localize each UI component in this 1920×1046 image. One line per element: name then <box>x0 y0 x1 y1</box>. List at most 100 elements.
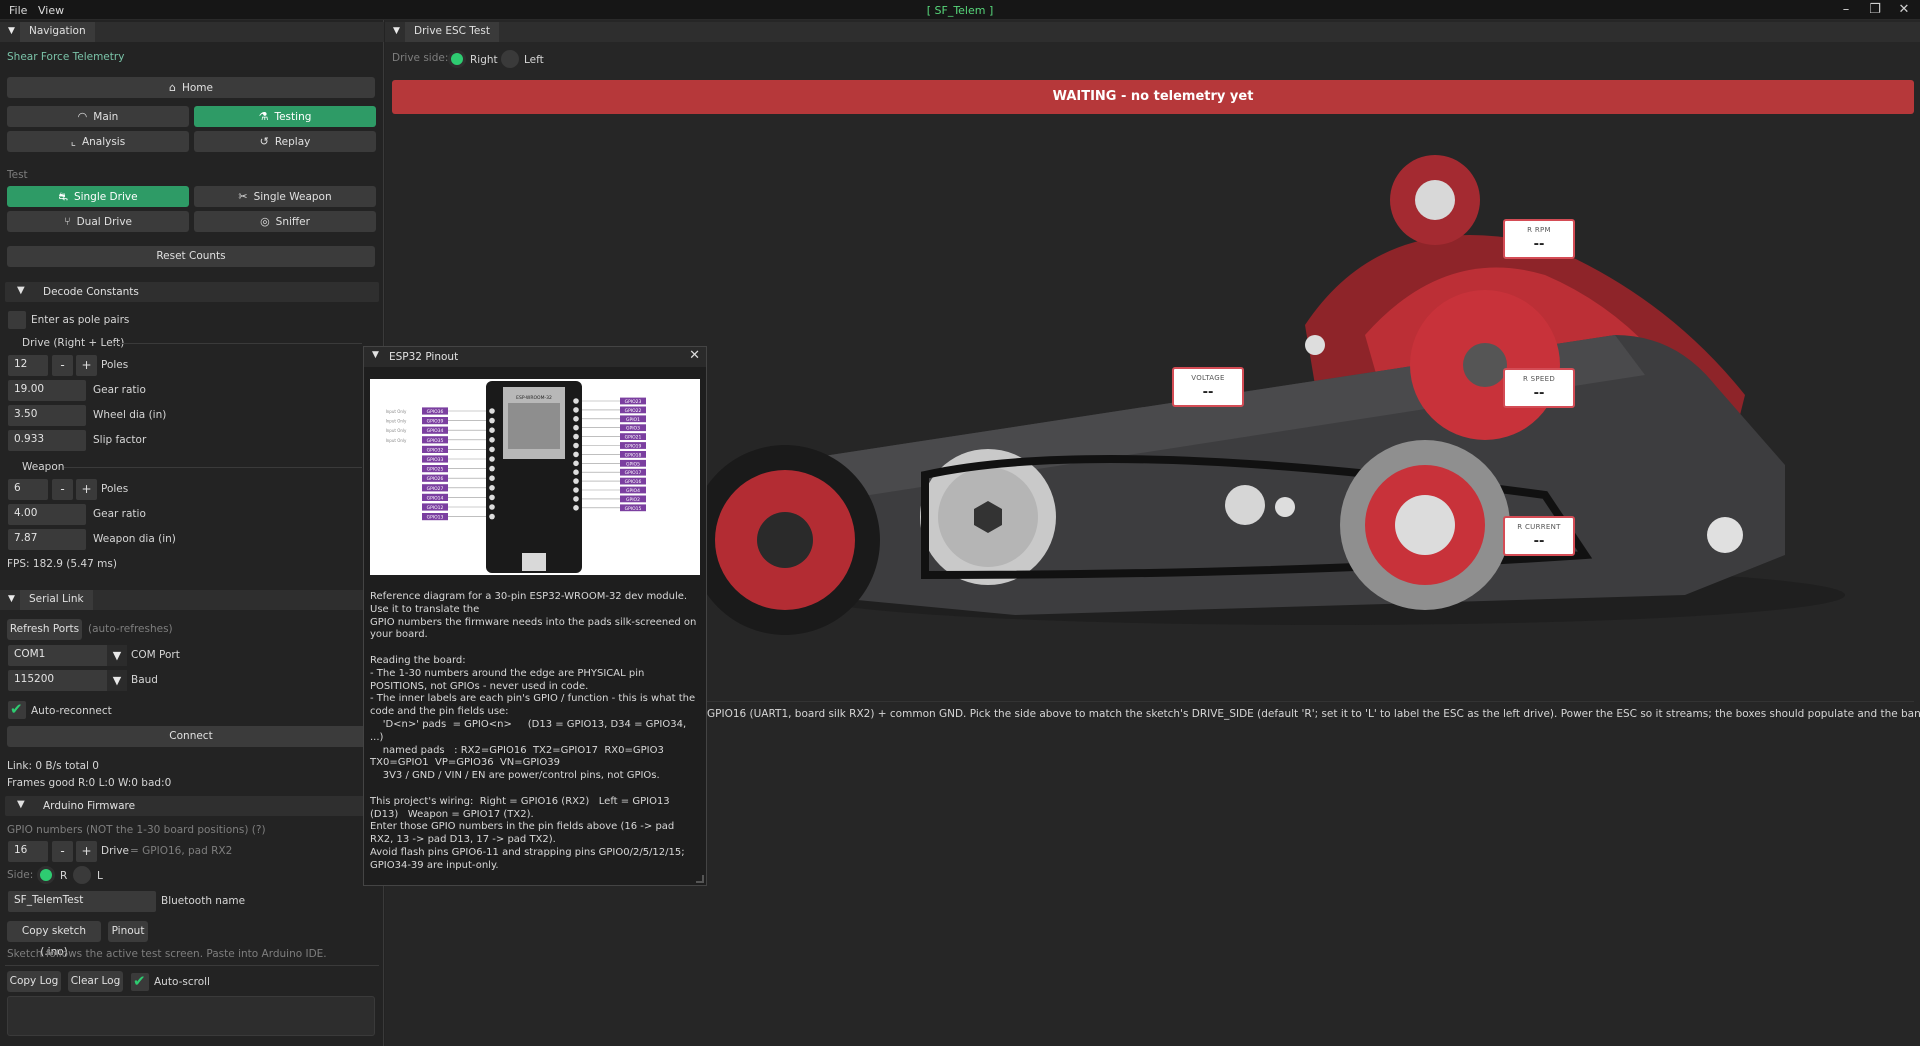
pin-pad-left <box>489 485 495 491</box>
side-l-label: L <box>97 870 103 882</box>
drive-gpio-hint: = GPIO16, pad RX2 <box>130 845 233 857</box>
drive-poles-minus-button[interactable]: - <box>52 355 73 376</box>
pole-pairs-checkbox[interactable] <box>8 311 26 329</box>
drive-gpio-minus-button[interactable]: - <box>52 841 73 862</box>
radar-icon: ◎ <box>260 215 270 228</box>
decode-constants-header[interactable]: ▼ Decode Constants <box>5 282 379 302</box>
poles-label: Poles <box>101 359 129 371</box>
drive-side-right-label: Right <box>470 54 498 66</box>
tab-drive-esc-test[interactable]: Drive ESC Test <box>405 22 499 42</box>
pin-text-right: GPIO4 <box>626 488 640 494</box>
com-port-label: COM Port <box>131 649 180 661</box>
drive-gpio-input[interactable]: 16 <box>8 841 48 862</box>
popup-title: ESP32 Pinout <box>389 351 459 363</box>
collapse-triangle-icon[interactable]: ▼ <box>8 594 15 604</box>
weapon-gear-ratio-input[interactable]: 4.00 <box>8 504 86 525</box>
robot-illustration <box>690 155 1845 635</box>
weapon-poles-minus-button[interactable]: - <box>52 479 73 500</box>
r-rpm-label: R RPM <box>1527 226 1551 234</box>
pin-pad-left <box>489 417 495 424</box>
close-window-icon[interactable]: ✕ <box>1891 1 1917 19</box>
home-button[interactable]: ⌂ Home <box>7 77 375 98</box>
popup-titlebar[interactable]: ▼ ESP32 Pinout ✕ <box>364 347 706 367</box>
pin-pad-left <box>489 475 495 481</box>
drive-poles-input[interactable]: 12 <box>8 355 48 376</box>
side-r-label: R <box>60 870 68 882</box>
arduino-firmware-header[interactable]: ▼ Arduino Firmware <box>5 796 379 816</box>
navigation-header: ▼ Navigation <box>0 22 384 42</box>
wheel-dia-label: Wheel dia (in) <box>93 409 167 421</box>
chevron-down-icon[interactable]: ▼ <box>107 670 127 691</box>
history-icon: ↺ <box>259 135 269 148</box>
side-l-radio[interactable] <box>73 866 91 884</box>
link-stats: Link: 0 B/s total 0 <box>7 760 99 772</box>
gear-ratio-label: Gear ratio <box>93 508 146 520</box>
weapon-poles-plus-button[interactable]: + <box>76 479 97 500</box>
clear-log-button[interactable]: Clear Log <box>68 971 123 992</box>
drive-poles-plus-button[interactable]: + <box>76 355 97 376</box>
minimize-icon[interactable]: – <box>1833 1 1859 19</box>
weapon-poles-input[interactable]: 6 <box>8 479 48 500</box>
side-r-radio[interactable] <box>37 866 55 884</box>
weapon-dia-input[interactable]: 7.87 <box>8 529 86 550</box>
test-label: Test <box>7 169 28 181</box>
reset-counts-button[interactable]: Reset Counts <box>7 246 375 267</box>
collapse-triangle-icon[interactable]: ▼ <box>372 350 379 360</box>
pin-text-left: GPIO13 <box>427 515 444 521</box>
connect-button[interactable]: Connect <box>7 726 375 747</box>
r-speed-box: R SPEED -- <box>1503 368 1575 408</box>
slip-factor-input[interactable]: 0.933 <box>8 430 86 451</box>
tab-navigation[interactable]: Navigation <box>20 22 95 42</box>
copy-log-button[interactable]: Copy Log <box>7 971 61 992</box>
sniffer-button[interactable]: ◎ Sniffer <box>194 211 376 232</box>
maximize-icon[interactable]: ❐ <box>1862 1 1888 19</box>
pin-pad-right <box>573 398 579 404</box>
bluetooth-name-input[interactable]: SF_TelemTest <box>8 891 156 912</box>
collapse-triangle-icon[interactable]: ▼ <box>8 26 15 36</box>
baud-select[interactable]: 115200 <box>8 670 110 691</box>
gear-ratio-label: Gear ratio <box>93 384 146 396</box>
voltage-box: VOLTAGE -- <box>1172 367 1244 407</box>
collapse-triangle-icon[interactable]: ▼ <box>393 26 400 36</box>
r-rpm-value: -- <box>1533 237 1545 252</box>
dual-drive-button[interactable]: ⑂ Dual Drive <box>7 211 189 232</box>
main-button[interactable]: ◠ Main <box>7 106 189 127</box>
auto-scroll-checkbox[interactable] <box>131 972 149 991</box>
gpio-note: GPIO numbers (NOT the 1-30 board positio… <box>7 824 266 836</box>
pin-pad-left <box>489 456 495 462</box>
analysis-button[interactable]: ⌞ Analysis <box>7 131 189 152</box>
drive-side-left-radio[interactable] <box>501 50 519 68</box>
copy-sketch-button[interactable]: Copy sketch (.ino) <box>7 921 101 958</box>
com-port-select[interactable]: COM1 <box>8 645 110 666</box>
pin-text-right: GPIO19 <box>625 444 642 450</box>
pin-pad-left <box>489 465 495 472</box>
app-section-title: Shear Force Telemetry <box>7 51 125 63</box>
pin-pad-right <box>573 424 579 431</box>
log-output[interactable] <box>7 996 375 1036</box>
auto-reconnect-checkbox[interactable] <box>8 700 26 719</box>
home-icon: ⌂ <box>169 81 176 94</box>
drive-gear-ratio-input[interactable]: 19.00 <box>8 380 86 401</box>
wheel-dia-input[interactable]: 3.50 <box>8 405 86 426</box>
single-weapon-button[interactable]: ✂ Single Weapon <box>194 186 376 207</box>
input-only-note: Input Only <box>386 428 407 433</box>
dual-drive-icon: ⑂ <box>63 215 71 228</box>
chevron-down-icon[interactable]: ▼ <box>107 645 127 666</box>
drive-side-right-radio[interactable] <box>448 50 466 68</box>
pin-text-left: GPIO27 <box>427 486 444 492</box>
pin-text-left: GPIO33 <box>427 457 444 463</box>
drive-group-label: Drive (Right + Left) <box>22 337 125 349</box>
pinout-button[interactable]: Pinout <box>108 921 148 942</box>
testing-button[interactable]: ⚗ Testing <box>194 106 376 127</box>
pin-text-right: GPIO23 <box>625 399 642 405</box>
tab-serial-link[interactable]: Serial Link <box>20 590 93 610</box>
refresh-ports-button[interactable]: Refresh Ports <box>7 619 82 640</box>
close-icon[interactable]: ✕ <box>689 348 700 363</box>
resize-grip-icon[interactable] <box>696 875 704 883</box>
r-current-value: -- <box>1533 534 1545 549</box>
pin-pad-right <box>573 496 579 502</box>
replay-button[interactable]: ↺ Replay <box>194 131 376 152</box>
pin-pad-right <box>573 478 579 484</box>
single-drive-button[interactable]: ⛐ Single Drive <box>7 186 189 207</box>
drive-gpio-plus-button[interactable]: + <box>76 841 97 862</box>
